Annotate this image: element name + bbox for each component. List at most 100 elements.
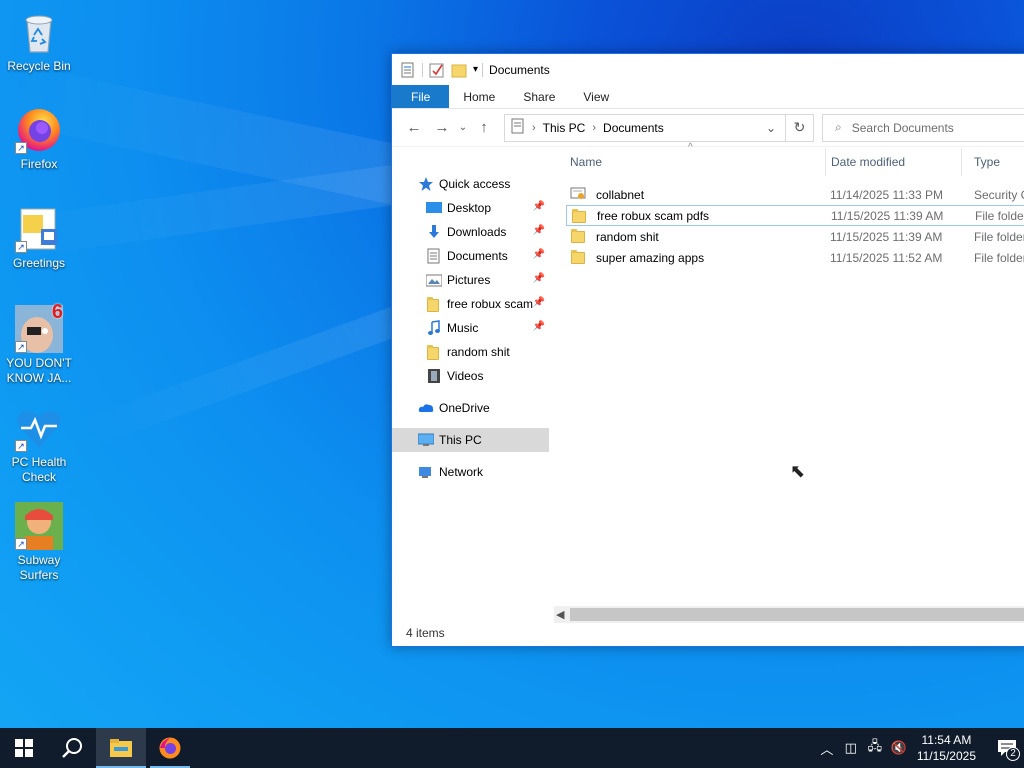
file-name: super amazing apps	[596, 250, 705, 265]
scrollbar-thumb[interactable]	[570, 608, 1024, 621]
pictures-icon	[425, 272, 443, 288]
tab-share[interactable]: Share	[509, 85, 569, 108]
file-row-selected[interactable]: free robux scam pdfs 11/15/2025 11:39 AM…	[566, 205, 1024, 226]
film-strip-icon	[426, 368, 442, 384]
file-row[interactable]: super amazing apps 11/15/2025 11:52 AM F…	[566, 247, 1024, 268]
up-arrow-icon[interactable]: ↑	[470, 114, 498, 142]
forward-arrow-icon[interactable]: →	[428, 114, 456, 142]
shortcut-arrow-icon: ↗	[15, 341, 27, 353]
file-type: File folder	[974, 229, 1024, 244]
desktop-icon-firefox[interactable]: ↗ Firefox	[2, 106, 76, 172]
clock[interactable]: 11:54 AM 11/15/2025	[917, 732, 976, 764]
breadcrumb-this-pc[interactable]: This PC	[543, 121, 586, 135]
nav-network[interactable]: Network	[392, 460, 549, 484]
network-icon[interactable]: 🖧	[863, 737, 887, 759]
nav-item-desktop[interactable]: Desktop 📌	[392, 196, 549, 220]
nav-label: random shit	[447, 345, 510, 359]
nav-item-downloads[interactable]: Downloads 📌	[392, 220, 549, 244]
notification-count-badge: 2	[1006, 747, 1020, 761]
file-date: 11/14/2025 11:33 PM	[830, 187, 943, 202]
start-button[interactable]	[0, 728, 48, 768]
search-box[interactable]: ⌕ Search Documents	[822, 113, 1024, 142]
desktop-icon-recycle-bin[interactable]: Recycle Bin	[2, 8, 76, 74]
column-header-type[interactable]: Type	[962, 148, 1024, 176]
documents-icon	[426, 248, 442, 264]
folder-icon	[570, 250, 586, 264]
checkmark-icon[interactable]	[429, 62, 445, 78]
shortcut-arrow-icon: ↗	[15, 142, 27, 154]
desktop-icon-label: Subway Surfers	[17, 553, 61, 582]
customize-toolbar-chevron-icon[interactable]: ▾	[473, 64, 478, 75]
nav-label: free robux scam	[447, 297, 534, 311]
address-bar[interactable]: › This PC › Documents ⌄	[504, 113, 786, 142]
pin-icon: 📌	[532, 273, 545, 284]
desktop-icon-subway-surfers[interactable]: ↗ Subway Surfers	[2, 502, 76, 583]
taskbar: ︿ ◫ 🖧 🔇 11:54 AM 11/15/2025 2	[0, 728, 1024, 768]
nav-item-free-robux-scam[interactable]: free robux scam 📌	[392, 292, 549, 316]
column-header-name[interactable]: Name	[558, 148, 826, 176]
column-header-date-modified[interactable]: Date modified	[819, 148, 962, 176]
music-note-icon	[426, 320, 442, 336]
pin-icon: 📌	[532, 321, 545, 332]
pin-icon: 📌	[532, 225, 545, 236]
volume-muted-icon[interactable]: 🔇	[887, 740, 911, 756]
refresh-icon[interactable]: ↻	[786, 113, 814, 142]
download-arrow-icon	[426, 224, 442, 240]
back-arrow-icon[interactable]: ←	[400, 114, 428, 142]
folder-icon	[570, 229, 586, 243]
meet-now-icon[interactable]: ◫	[839, 740, 863, 756]
file-explorer-window[interactable]: ▾ Documents File Home Share View ← → ⌄ ↑…	[391, 53, 1024, 647]
file-date: 11/15/2025 11:52 AM	[830, 250, 943, 265]
taskbar-firefox[interactable]	[146, 728, 194, 768]
nav-label: Quick access	[439, 177, 511, 191]
address-dropdown-chevron-icon[interactable]: ⌄	[757, 121, 785, 135]
nav-this-pc[interactable]: This PC	[392, 428, 549, 452]
show-hidden-icons-chevron-icon[interactable]: ︿	[815, 739, 839, 758]
desktop-icon-label: PC Health Check	[11, 455, 67, 484]
search-button[interactable]	[48, 728, 96, 768]
horizontal-scrollbar[interactable]: ◀	[554, 606, 1024, 623]
recycle-bin-icon	[15, 8, 63, 56]
file-date: 11/15/2025 11:39 AM	[831, 208, 944, 223]
explorer-body: Quick access Desktop 📌 Downloads 📌 Docum…	[392, 142, 1024, 646]
file-row[interactable]: random shit 11/15/2025 11:39 AM File fol…	[566, 226, 1024, 247]
taskbar-file-explorer[interactable]	[96, 728, 146, 768]
pin-icon: 📌	[532, 201, 545, 212]
tab-view[interactable]: View	[569, 85, 623, 108]
nav-item-pictures[interactable]: Pictures 📌	[392, 268, 549, 292]
new-folder-icon[interactable]	[451, 62, 467, 78]
properties-icon[interactable]	[400, 62, 416, 78]
file-row[interactable]: collabnet 11/14/2025 11:33 PM Security C	[566, 184, 1024, 205]
firefox-icon: ↗	[15, 106, 63, 154]
nav-onedrive[interactable]: OneDrive	[392, 396, 549, 420]
firefox-icon	[159, 737, 181, 759]
nav-item-random-shit[interactable]: random shit	[392, 340, 549, 364]
action-center-button[interactable]: 2	[990, 728, 1024, 768]
nav-label: Network	[439, 465, 484, 479]
scroll-left-arrow-icon[interactable]: ◀	[556, 608, 564, 621]
status-item-count: 4 items	[406, 626, 445, 640]
nav-label: Music	[447, 321, 479, 335]
desktop-icon-greetings[interactable]: ↗ Greetings	[2, 205, 76, 271]
desktop-icon-pc-health-check[interactable]: ↗ PC Health Check	[2, 404, 76, 485]
nav-label: Desktop	[447, 201, 492, 215]
file-name: free robux scam pdfs	[597, 208, 710, 223]
tab-file[interactable]: File	[392, 85, 450, 108]
recent-locations-chevron-icon[interactable]: ⌄	[456, 114, 470, 142]
navigation-pane[interactable]: Quick access Desktop 📌 Downloads 📌 Docum…	[392, 148, 549, 618]
navigation-bar: ← → ⌄ ↑ › This PC › Documents ⌄ ↻ ⌕ Sear…	[392, 109, 1024, 147]
windows-logo-icon	[15, 739, 33, 757]
breadcrumb-documents[interactable]: Documents	[603, 121, 664, 135]
tab-home[interactable]: Home	[449, 85, 509, 108]
heart-monitor-icon: ↗	[15, 404, 63, 452]
file-date: 11/15/2025 11:39 AM	[830, 229, 943, 244]
nav-quick-access[interactable]: Quick access	[392, 172, 549, 196]
file-type: File folder	[974, 250, 1024, 265]
file-list[interactable]: ^ Name Date modified Type collabnet 11/1…	[558, 142, 1024, 618]
desktop-icon-you-dont-know-ja[interactable]: 6 ↗ YOU DON'T KNOW JA...	[2, 302, 76, 386]
nav-label: Videos	[447, 369, 484, 383]
nav-item-documents[interactable]: Documents 📌	[392, 244, 549, 268]
nav-item-music[interactable]: Music 📌	[392, 316, 549, 340]
title-bar[interactable]: ▾ Documents	[392, 54, 1024, 85]
nav-item-videos[interactable]: Videos	[392, 364, 549, 388]
